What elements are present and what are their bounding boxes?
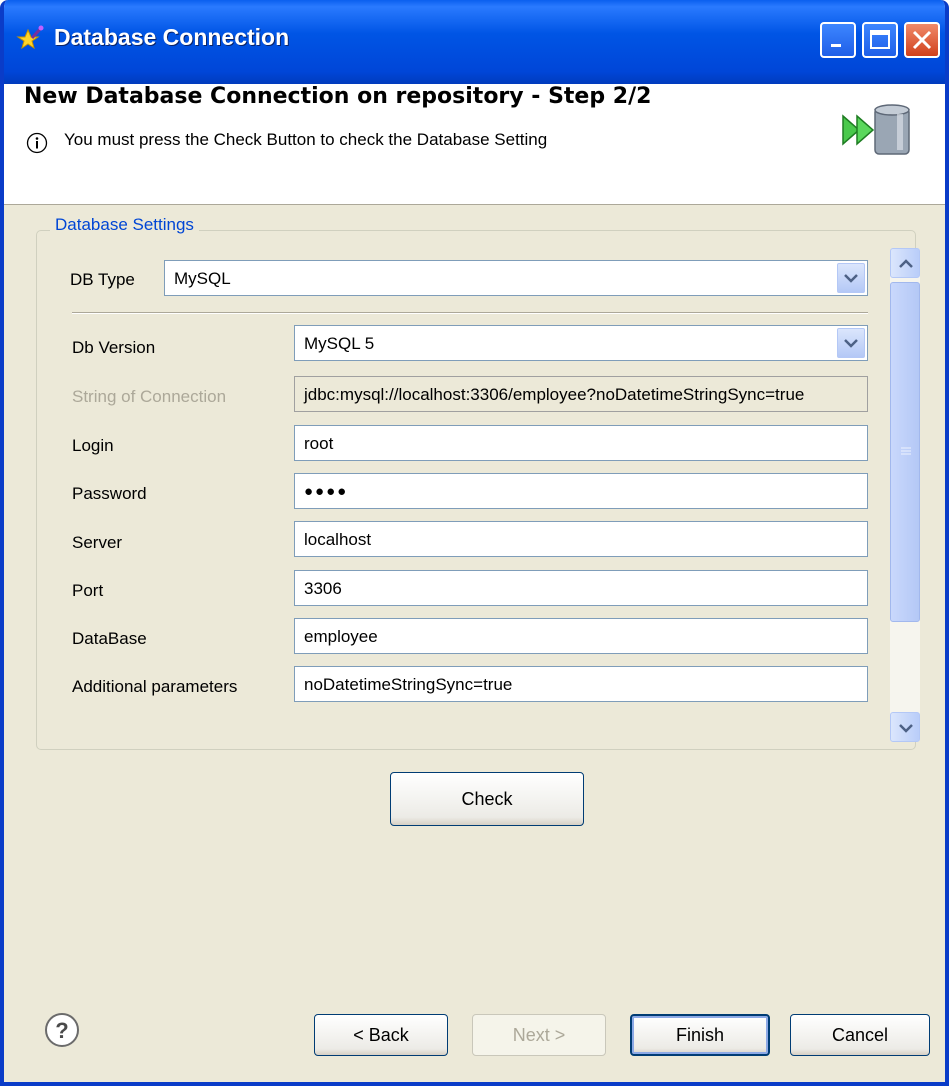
scroll-up-button[interactable] xyxy=(890,248,920,278)
finish-button[interactable]: Finish xyxy=(630,1014,770,1056)
chevron-up-icon xyxy=(899,259,913,268)
maximize-button[interactable] xyxy=(862,22,898,58)
connection-string-label: String of Connection xyxy=(72,387,227,406)
info-icon xyxy=(26,132,48,154)
chevron-down-icon xyxy=(899,724,913,733)
chevron-down-icon xyxy=(844,274,858,283)
server-field[interactable]: localhost xyxy=(294,521,868,557)
scroll-down-button[interactable] xyxy=(890,712,920,742)
minimize-icon xyxy=(831,44,841,47)
close-icon xyxy=(912,30,932,50)
database-label: DataBase xyxy=(72,629,147,648)
help-icon[interactable]: ? xyxy=(44,1012,80,1048)
grip-icon xyxy=(901,447,911,455)
additional-parameters-field[interactable]: noDatetimeStringSync=true xyxy=(294,666,868,702)
window-title: Database Connection xyxy=(54,24,290,50)
db-type-label: DB Type xyxy=(70,270,135,289)
database-connection-dialog: Database Connection New Database Connect… xyxy=(0,0,949,1086)
login-label: Login xyxy=(72,436,114,455)
database-connect-icon xyxy=(842,104,910,155)
scroll-thumb[interactable] xyxy=(890,282,920,622)
group-legend: Database Settings xyxy=(50,215,199,235)
server-label: Server xyxy=(72,533,123,552)
next-button[interactable]: Next > xyxy=(472,1014,606,1056)
db-version-value: MySQL 5 xyxy=(304,334,375,353)
db-version-dropdown-button[interactable] xyxy=(837,328,865,358)
db-type-dropdown-button[interactable] xyxy=(837,263,865,293)
additional-parameters-label: Additional parameters xyxy=(72,677,238,696)
db-type-select[interactable]: MySQL xyxy=(164,260,868,296)
db-version-label: Db Version xyxy=(72,338,156,357)
star-wand-icon xyxy=(16,25,44,50)
db-version-select[interactable]: MySQL 5 xyxy=(294,325,868,361)
chevron-down-icon xyxy=(844,339,858,348)
password-field[interactable]: ●●●● xyxy=(294,473,868,509)
port-label: Port xyxy=(72,581,104,600)
title-bar[interactable]: Database Connection xyxy=(4,0,945,84)
db-type-value: MySQL xyxy=(174,269,231,288)
cancel-button[interactable]: Cancel xyxy=(790,1014,930,1056)
connection-string-field: jdbc:mysql://localhost:3306/employee?noD… xyxy=(294,376,868,412)
svg-text:?: ? xyxy=(55,1018,68,1043)
password-label: Password xyxy=(72,484,147,503)
minimize-button[interactable] xyxy=(820,22,856,58)
header-message: You must press the Check Button to check… xyxy=(64,130,548,149)
separator xyxy=(72,312,868,314)
vertical-scrollbar[interactable] xyxy=(890,248,920,742)
close-button[interactable] xyxy=(904,22,940,58)
database-field[interactable]: employee xyxy=(294,618,868,654)
back-button[interactable]: < Back xyxy=(314,1014,448,1056)
port-field[interactable]: 3306 xyxy=(294,570,868,606)
maximize-icon xyxy=(870,30,890,49)
login-field[interactable]: root xyxy=(294,425,868,461)
page-title: New Database Connection on repository - … xyxy=(24,84,652,109)
check-button[interactable]: Check xyxy=(390,772,584,826)
